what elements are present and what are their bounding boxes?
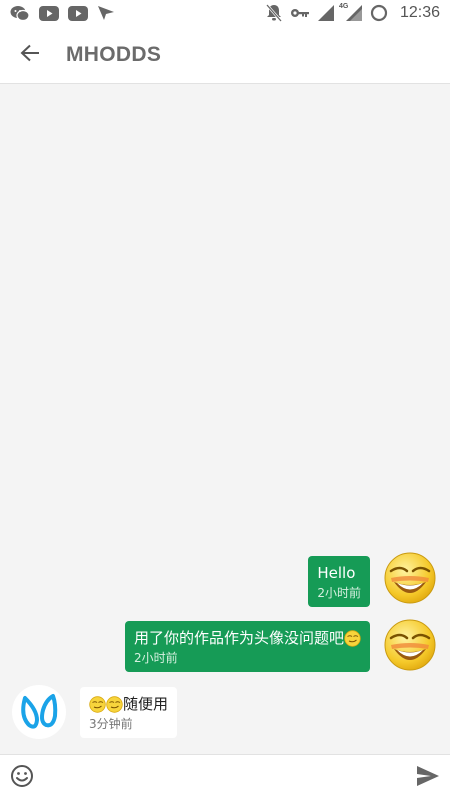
message-input-bar xyxy=(0,754,450,800)
message-text: 随便用 xyxy=(123,695,169,713)
message-time: 3分钟前 xyxy=(89,717,133,731)
emoji-button[interactable] xyxy=(0,755,44,800)
user-avatar[interactable] xyxy=(384,619,436,671)
contact-avatar[interactable] xyxy=(12,685,66,739)
smirk-emoji-icon xyxy=(89,695,106,713)
incoming-message-bubble[interactable]: 随便用 3分钟前 xyxy=(80,687,178,738)
message-text: Hello xyxy=(317,564,356,582)
message-text: 用了你的作品作为头像没问题吧 xyxy=(133,629,344,647)
smiley-icon xyxy=(10,764,34,792)
message-text-row: 用了你的作品作为头像没问题吧 xyxy=(134,628,361,648)
youtube-icon xyxy=(68,5,88,21)
arrow-left-icon xyxy=(20,44,40,66)
status-bar: 4G 12:36 xyxy=(0,0,450,26)
sync-circle-icon xyxy=(370,4,388,22)
signal-icon xyxy=(317,5,334,21)
app-bar: MHODDS xyxy=(0,26,450,84)
message-text-row: 随便用 xyxy=(89,694,168,714)
notifications-off-icon xyxy=(266,4,282,22)
back-button[interactable] xyxy=(0,26,60,84)
wechat-icon xyxy=(10,5,30,22)
chat-message-list[interactable]: Hello 2小时前 用了你的作品作为头像没问题吧 2小时前 随便用 3分钟前 xyxy=(0,84,450,754)
status-time: 12:36 xyxy=(399,4,440,21)
send-icon xyxy=(416,765,440,791)
youtube-icon xyxy=(39,5,59,21)
message-input[interactable] xyxy=(44,759,406,796)
send-arrow-icon xyxy=(97,5,115,21)
message-time: 2小时前 xyxy=(317,586,361,600)
signal-4g-icon: 4G xyxy=(338,3,362,21)
message-time: 2小时前 xyxy=(133,651,178,665)
status-bar-notifications xyxy=(10,5,115,22)
key-icon xyxy=(290,7,310,19)
network-type-label: 4G xyxy=(338,3,349,10)
page-title: MHODDS xyxy=(66,42,162,66)
smirk-emoji-icon xyxy=(344,629,361,647)
user-avatar[interactable] xyxy=(384,552,436,604)
laughing-emoji-avatar xyxy=(384,552,436,604)
send-button[interactable] xyxy=(406,755,450,800)
blue-loop-logo-avatar xyxy=(21,694,58,729)
laughing-emoji-avatar xyxy=(384,619,436,671)
smirk-emoji-icon xyxy=(106,695,123,713)
status-bar-system: 4G 12:36 xyxy=(266,3,440,22)
outgoing-message-bubble[interactable]: Hello 2小时前 xyxy=(308,556,370,607)
outgoing-message-bubble[interactable]: 用了你的作品作为头像没问题吧 2小时前 xyxy=(124,621,370,672)
